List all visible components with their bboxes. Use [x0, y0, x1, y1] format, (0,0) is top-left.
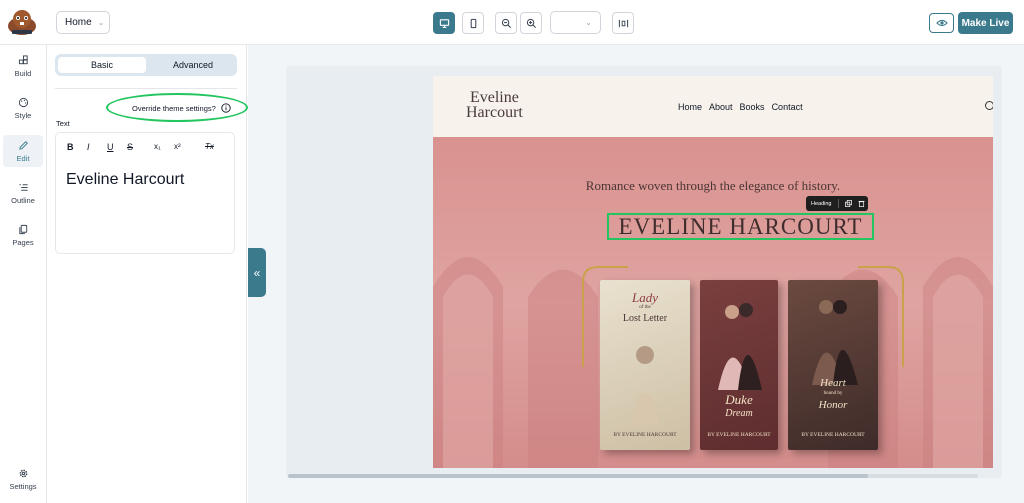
clear-format-button[interactable]: Tx: [205, 142, 214, 151]
book-2-title-b: Duke: [725, 392, 753, 407]
book-2-author: BY EVELINE HARCOURT: [707, 432, 771, 438]
site-nav: Home About Books Contact: [678, 102, 803, 112]
double-chevron-left-icon: «: [253, 265, 261, 280]
nav-home[interactable]: Home: [678, 102, 702, 112]
book-3-author: BY EVELINE HARCOURT: [801, 432, 865, 438]
brand-line-2: Harcourt: [466, 104, 523, 121]
book-cover-1[interactable]: Lady of the Lost Letter BY EVELINE HARCO…: [600, 280, 690, 450]
rail-item-label: Settings: [9, 481, 37, 491]
divider: [55, 88, 237, 89]
properties-panel: Basic Advanced Override theme settings? …: [47, 45, 248, 503]
monitor-icon: [439, 18, 449, 28]
rail-item-build[interactable]: Build: [3, 51, 43, 81]
search-icon[interactable]: [985, 101, 993, 110]
hero-tagline[interactable]: Romance woven through the elegance of hi…: [433, 178, 993, 194]
beaver-logo-icon: [8, 10, 36, 35]
outline-icon: [18, 183, 28, 191]
desktop-view-button[interactable]: [433, 12, 455, 34]
rich-text-editor[interactable]: B I U S x₁ x² Tx Eveline Harcourt: [55, 132, 235, 254]
trash-icon[interactable]: [857, 200, 865, 207]
book-1-author: BY EVELINE HARCOURT: [613, 432, 677, 438]
fit-width-icon: [618, 19, 628, 27]
mobile-view-button[interactable]: [462, 12, 484, 34]
eye-icon: [935, 19, 948, 27]
tab-basic[interactable]: Basic: [58, 57, 146, 73]
book-1-illustration: [630, 346, 660, 425]
phone-icon: [470, 18, 476, 28]
zoom-out-icon: [501, 18, 511, 28]
book-cover-3[interactable]: Heart bound by Honor BY EVELINE HARCOURT: [788, 280, 878, 450]
palette-icon: [18, 97, 28, 107]
tab-advanced[interactable]: Advanced: [151, 57, 235, 73]
zoom-select[interactable]: ⌄: [550, 11, 601, 34]
selection-outline: [607, 213, 874, 240]
rail-item-label: Outline: [11, 195, 35, 205]
collapse-panel-button[interactable]: «: [248, 248, 266, 297]
chevron-down-icon: ⌄: [97, 18, 105, 27]
pencil-icon: [18, 140, 28, 150]
pages-icon: [18, 224, 27, 234]
page-select-value: Home: [65, 17, 92, 28]
rail-item-label: Pages: [12, 237, 34, 247]
make-live-button[interactable]: Make Live: [958, 12, 1013, 34]
zoom-out-button[interactable]: [495, 12, 517, 34]
divider: [837, 199, 839, 208]
fit-width-button[interactable]: [612, 12, 634, 34]
editor-text[interactable]: Eveline Harcourt: [66, 171, 184, 189]
preview-button[interactable]: [929, 13, 954, 33]
book-cover-2[interactable]: Duke Dream BY EVELINE HARCOURT: [700, 280, 778, 450]
rail-item-style[interactable]: Style: [3, 93, 43, 123]
nav-about[interactable]: About: [709, 102, 733, 112]
book-2-illustration: [718, 303, 762, 390]
book-1-title-c: of the: [639, 305, 651, 310]
heading-toolbar: Heading: [806, 196, 868, 211]
book-3-title-c: bound by: [823, 391, 843, 396]
text-field-label: Text: [56, 119, 70, 128]
subscript-button[interactable]: x₁: [154, 142, 161, 151]
rail-item-outline[interactable]: Outline: [3, 178, 43, 208]
highlight-ring: [106, 93, 248, 122]
site-header: Eveline Harcourt Home About Books Contac…: [433, 76, 993, 137]
horizontal-scrollbar[interactable]: [288, 474, 978, 478]
site-brand[interactable]: Eveline Harcourt: [466, 89, 523, 121]
heading-tool-label: Heading: [811, 200, 832, 207]
bold-button[interactable]: B: [67, 142, 74, 152]
chevron-down-icon: ⌄: [585, 18, 592, 27]
top-toolbar: Home ⌄ ⌄ Make Live: [0, 0, 1024, 45]
gear-icon: [19, 469, 27, 477]
rail-item-settings[interactable]: Settings: [3, 464, 43, 494]
brand-line-1: Eveline: [469, 89, 519, 106]
book-1-title-d: Lost Letter: [622, 313, 668, 324]
page-select[interactable]: Home ⌄: [56, 11, 110, 34]
mode-tabs: Basic Advanced: [55, 54, 237, 76]
book-1-title-b: Lady: [632, 290, 658, 305]
nav-contact[interactable]: Contact: [772, 102, 803, 112]
site-preview: Eveline Harcourt Home About Books Contac…: [433, 76, 993, 468]
zoom-in-icon: [526, 18, 536, 28]
scrollbar-thumb[interactable]: [288, 474, 868, 478]
book-2-title-d: Dream: [725, 408, 753, 419]
hero-section: Romance woven through the elegance of hi…: [433, 137, 993, 468]
left-rail: Build Style Edit Outline Pages Settings: [0, 45, 47, 503]
blocks-icon: [18, 54, 28, 64]
rail-item-label: Style: [14, 110, 32, 120]
underline-button[interactable]: U: [107, 142, 114, 152]
rail-item-pages[interactable]: Pages: [3, 220, 43, 250]
rail-item-label: Edit: [16, 153, 30, 163]
rail-item-edit[interactable]: Edit: [3, 135, 43, 167]
superscript-button[interactable]: x²: [174, 142, 181, 151]
nav-books[interactable]: Books: [740, 102, 765, 112]
strikethrough-button[interactable]: S: [127, 142, 133, 152]
italic-button[interactable]: I: [87, 142, 90, 152]
book-3-title-d: Honor: [818, 399, 848, 411]
duplicate-icon[interactable]: [844, 200, 852, 207]
rail-item-label: Build: [14, 68, 32, 78]
book-3-illustration: [812, 300, 858, 385]
zoom-in-button[interactable]: [520, 12, 542, 34]
book-3-title-b: Heart: [820, 377, 846, 389]
